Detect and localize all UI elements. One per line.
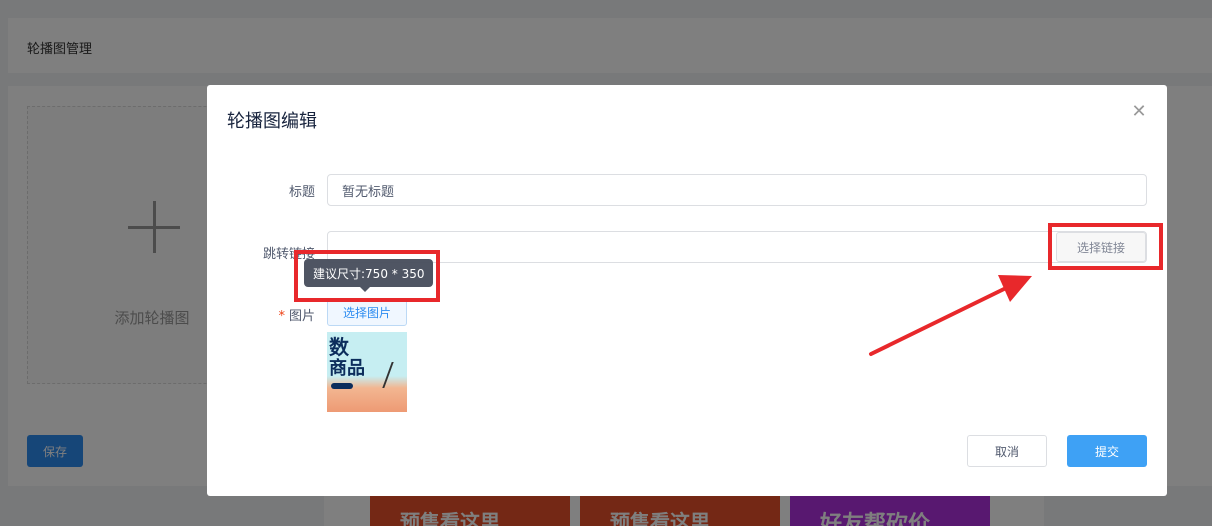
preview-mic-graphic <box>382 362 407 388</box>
image-preview: 数 商品 <box>327 332 407 412</box>
title-input[interactable]: 暂无标题 <box>327 174 1147 206</box>
link-input[interactable] <box>327 231 1147 263</box>
required-mark: * <box>278 309 285 324</box>
modal-title: 轮播图编辑 <box>227 111 317 132</box>
cancel-button[interactable]: 取消 <box>967 435 1047 467</box>
pick-image-button[interactable]: 选择图片 <box>327 298 407 326</box>
link-button-highlight-box <box>1048 223 1163 270</box>
submit-button[interactable]: 提交 <box>1067 435 1147 467</box>
close-icon[interactable]: ✕ <box>1131 103 1147 121</box>
preview-pill <box>331 383 353 389</box>
image-label: * 图片 <box>207 305 315 324</box>
image-label-text: 图片 <box>288 309 315 324</box>
title-label: 标题 <box>288 185 315 200</box>
preview-text: 商品 <box>329 358 365 379</box>
tooltip-highlight-box <box>294 250 440 302</box>
preview-text: 数 <box>329 335 349 359</box>
